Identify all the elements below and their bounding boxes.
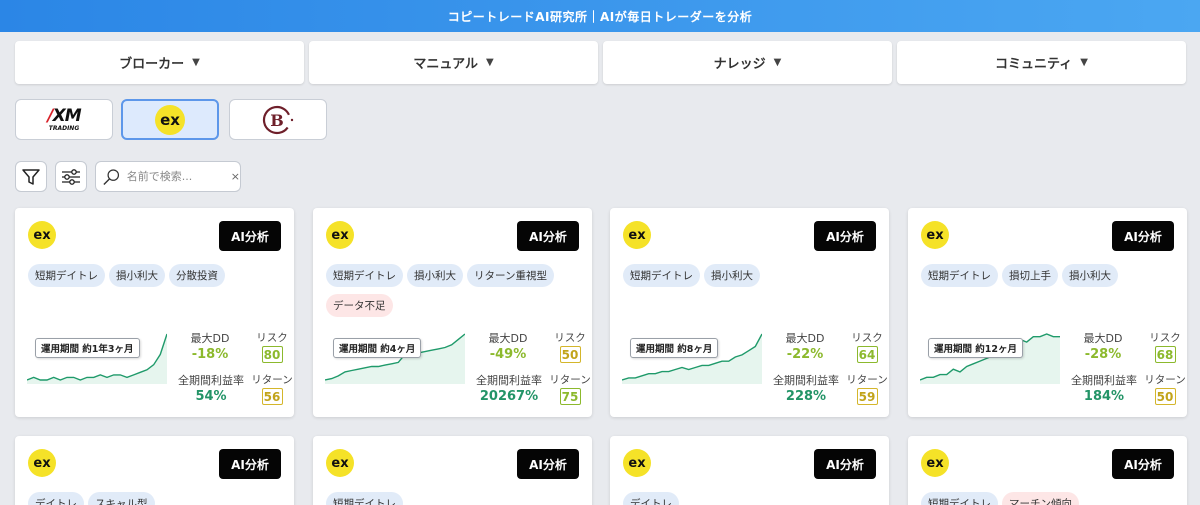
tag: デイトレ [623,492,679,505]
risk-score: リスク 68 [1149,332,1181,363]
tag: 損小利大 [109,264,165,287]
return-score: リターン 75 [549,374,591,405]
sort-settings-button[interactable] [55,161,87,192]
risk-score: リスク 50 [554,332,586,363]
chevron-down-icon: ▼ [1080,57,1088,68]
exness-logo: ex [921,449,949,477]
trader-card[interactable]: ex AI分析 デイトレ スキャル型 [15,436,294,505]
exness-logo: ex [326,221,354,249]
return-score: リターン 50 [1144,374,1186,405]
exness-logo: ex [155,104,185,135]
nav-community[interactable]: コミュニティ ▼ [897,41,1186,84]
top-banner: コピートレードAI研究所｜AIが毎日トレーダーを分析 [0,0,1200,32]
tag: 損小利大 [1062,264,1118,287]
risk-score: リスク 64 [851,332,883,363]
tag-list: 短期デイトレ [326,492,581,505]
trader-card[interactable]: ex AI分析 短期デイトレ [313,436,592,505]
tag: 損小利大 [407,264,463,287]
tag-list: 短期デイトレ 損切上手 損小利大 [921,264,1176,287]
ai-analysis-button[interactable]: AI分析 [814,221,876,251]
ai-analysis-button[interactable]: AI分析 [517,449,579,479]
operation-period-label: 運用期間 約1年3ヶ月 [35,338,140,358]
tag-list: 短期デイトレ 損小利大 分散投資 [28,264,283,287]
tag: 短期デイトレ [623,264,700,287]
nav-label: マニュアル [413,57,478,72]
exness-logo: ex [623,449,651,477]
chevron-down-icon: ▼ [485,57,494,68]
tag: 短期デイトレ [28,264,105,287]
nav-manual[interactable]: マニュアル ▼ [309,41,598,84]
tag: マーチン傾向 [1002,492,1079,505]
tag-list: 短期デイトレ 損小利大 リターン重視型データ不足 [326,264,581,317]
funnel-icon [22,168,40,185]
broker-exness-button[interactable]: ex [121,99,219,140]
sliders-icon [62,168,80,185]
filter-button[interactable] [15,161,47,192]
tag: データ不足 [326,294,393,317]
total-return-stat: 全期間利益率 20267% [476,374,542,404]
total-return-stat: 全期間利益率 54% [178,374,244,404]
tag-list: 短期デイトレ 損小利大 [623,264,878,287]
nav-broker[interactable]: ブローカー ▼ [15,41,304,84]
search-icon [103,168,120,185]
tag: 短期デイトレ [326,264,403,287]
tag: 短期デイトレ [921,264,998,287]
risk-score: リスク 80 [256,332,288,363]
total-return-stat: 全期間利益率 184% [1071,374,1137,404]
exness-logo: ex [28,221,56,249]
tag: リターン重視型 [467,264,554,287]
tag: 短期デイトレ [326,492,403,505]
tag: デイトレ [28,492,84,505]
tag-list: デイトレ [623,492,878,505]
chevron-down-icon: ▼ [192,57,200,68]
tag-list: 短期デイトレ マーチン傾向 [921,492,1176,505]
chevron-down-icon: ▼ [773,57,782,68]
broker-third-button[interactable]: B [229,99,327,140]
nav-label: ブローカー [119,57,185,72]
svg-text:B: B [270,111,284,130]
total-return-stat: 全期間利益率 228% [773,374,839,404]
operation-period-label: 運用期間 約12ヶ月 [928,338,1024,358]
max-drawdown-stat: 最大DD -18% [190,332,230,362]
ai-analysis-button[interactable]: AI分析 [1112,449,1174,479]
tag: 分散投資 [169,264,225,287]
ai-analysis-button[interactable]: AI分析 [219,221,281,251]
exness-logo: ex [28,449,56,477]
trader-card[interactable]: ex AI分析 短期デイトレ 損切上手 損小利大 運用期間 約12ヶ月 最大DD -28… [908,208,1187,417]
search-box: × [95,161,241,192]
tag: 損小利大 [704,264,760,287]
max-drawdown-stat: 最大DD -28% [1083,332,1123,362]
trader-card[interactable]: ex AI分析 短期デイトレ マーチン傾向 [908,436,1187,505]
ai-analysis-button[interactable]: AI分析 [1112,221,1174,251]
broker-xm-button[interactable]: /XM TRADING [15,99,113,140]
clear-search-icon[interactable]: × [231,170,240,183]
site-title: コピートレードAI研究所｜AIが毎日トレーダーを分析 [447,9,753,24]
ai-analysis-button[interactable]: AI分析 [517,221,579,251]
tag: 損切上手 [1002,264,1058,287]
exness-logo: ex [623,221,651,249]
exness-logo: ex [326,449,354,477]
max-drawdown-stat: 最大DD -49% [488,332,528,362]
operation-period-label: 運用期間 約8ヶ月 [630,338,719,358]
trader-card[interactable]: ex AI分析 デイトレ [610,436,889,505]
search-input[interactable] [126,170,223,183]
max-drawdown-stat: 最大DD -22% [785,332,825,362]
nav-knowledge[interactable]: ナレッジ ▼ [603,41,892,84]
nav-label: コミュニティ [995,57,1073,72]
trader-card[interactable]: ex AI分析 短期デイトレ 損小利大 分散投資 運用期間 約1年3ヶ月 最大DD -1… [15,208,294,417]
tag: 短期デイトレ [921,492,998,505]
trader-card[interactable]: ex AI分析 短期デイトレ 損小利大 運用期間 約8ヶ月 最大DD -22% 全期間利… [610,208,889,417]
broker-emblem-icon: B [262,105,294,134]
xm-logo: /XM TRADING [47,105,81,132]
exness-logo: ex [921,221,949,249]
ai-analysis-button[interactable]: AI分析 [219,449,281,479]
ai-analysis-button[interactable]: AI分析 [814,449,876,479]
return-score: リターン 56 [251,374,293,405]
tag: スキャル型 [88,492,155,505]
trader-card[interactable]: ex AI分析 短期デイトレ 損小利大 リターン重視型データ不足 運用期間 約4ヶ月… [313,208,592,417]
tag-list: デイトレ スキャル型 [28,492,283,505]
operation-period-label: 運用期間 約4ヶ月 [333,338,422,358]
nav-label: ナレッジ [713,57,766,72]
return-score: リターン 59 [846,374,888,405]
